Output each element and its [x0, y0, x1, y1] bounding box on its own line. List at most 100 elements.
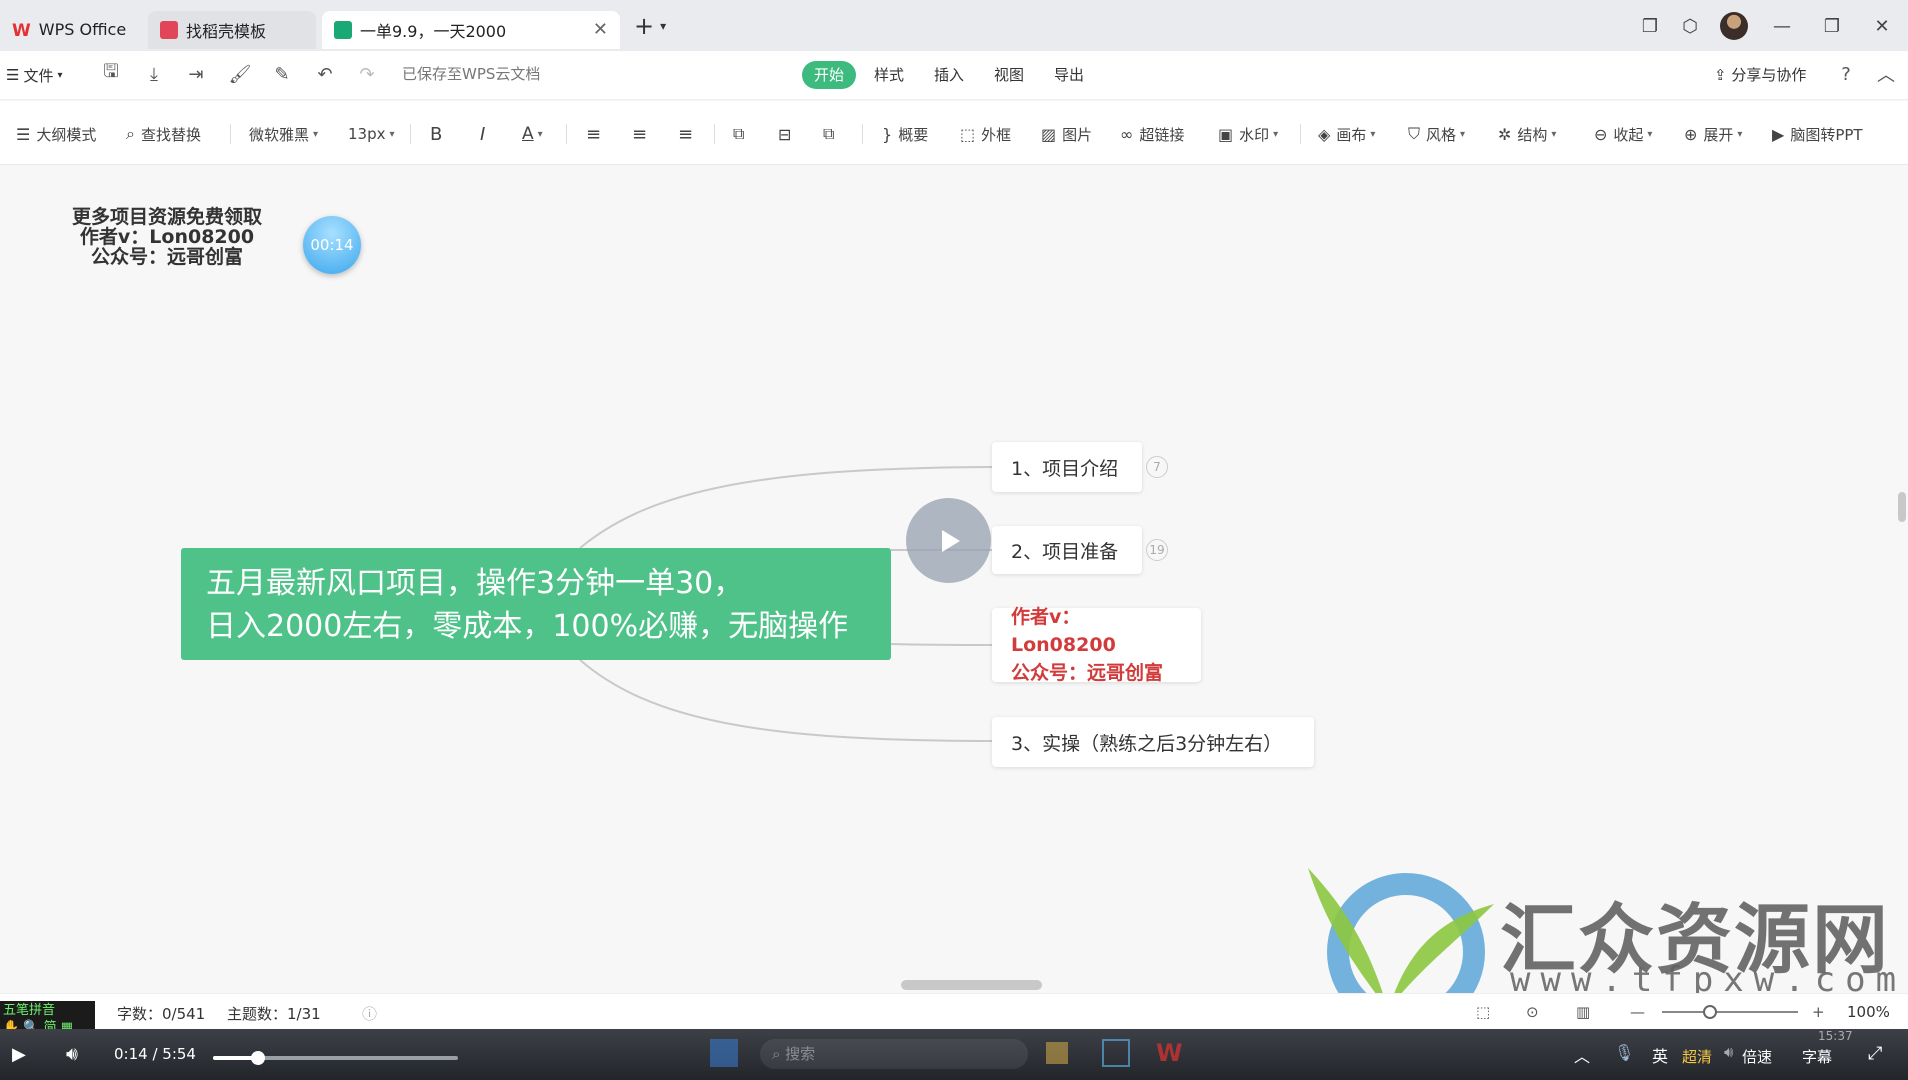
- progress-knob[interactable]: [251, 1051, 265, 1065]
- save-icon[interactable]: 🖫: [99, 61, 123, 86]
- select-icon[interactable]: ⬚: [1476, 1003, 1490, 1021]
- watermark-button[interactable]: ▣ 水印 ▾: [1218, 122, 1278, 146]
- minimize-icon[interactable]: —: [1768, 12, 1796, 40]
- font-family-value: 微软雅黑: [249, 125, 310, 144]
- italic-button[interactable]: I: [480, 122, 485, 146]
- tab-view[interactable]: 视图: [982, 61, 1036, 89]
- chevron-down-icon[interactable]: ▾: [660, 19, 666, 33]
- explorer-icon[interactable]: [1046, 1042, 1068, 1064]
- topic-count-badge[interactable]: 7: [1146, 456, 1168, 478]
- child-topic-icon[interactable]: ⧉: [733, 122, 744, 146]
- presentation-icon: ▶: [1772, 124, 1785, 144]
- frame-label: 外框: [981, 125, 1012, 144]
- speed-button[interactable]: 倍速: [1742, 1046, 1772, 1067]
- window-tile-icon[interactable]: ❐: [1636, 12, 1664, 40]
- expand-button[interactable]: ⊕ 展开 ▾: [1684, 122, 1742, 146]
- progress-track[interactable]: [213, 1051, 458, 1065]
- bold-button[interactable]: B: [430, 122, 442, 146]
- to-ppt-button[interactable]: ▶ 脑图转PPT: [1772, 122, 1863, 146]
- topic-practice[interactable]: 3、实操（熟练之后3分钟左右）: [992, 717, 1314, 767]
- summary-button[interactable]: } 概要: [882, 122, 928, 146]
- export-icon[interactable]: ⇥: [184, 62, 208, 86]
- quality-button[interactable]: 超清: [1682, 1046, 1712, 1067]
- help-icon[interactable]: ?: [1834, 62, 1858, 86]
- list-icon: ☰: [16, 124, 31, 144]
- mindmap-app-icon[interactable]: [1102, 1039, 1130, 1067]
- wps-taskbar-icon[interactable]: W: [1156, 1039, 1182, 1067]
- input-lang[interactable]: 英: [1652, 1043, 1668, 1067]
- redo-icon[interactable]: ↷: [355, 62, 379, 86]
- close-window-icon[interactable]: ✕: [1868, 12, 1896, 40]
- tab-export[interactable]: 导出: [1042, 61, 1096, 89]
- tab-start[interactable]: 开始: [802, 61, 856, 89]
- file-menu[interactable]: ☰ 文件 ▾: [6, 65, 63, 86]
- parent-topic-icon[interactable]: ⧉: [823, 122, 834, 146]
- zoom-slider-knob[interactable]: [1702, 1005, 1717, 1019]
- vertical-scrollbar[interactable]: [1898, 492, 1906, 522]
- fullscreen-icon[interactable]: ⤢: [1868, 1043, 1882, 1064]
- taskbar-search[interactable]: ⌕ 搜索: [760, 1039, 1028, 1069]
- close-tab-icon[interactable]: ✕: [593, 19, 608, 40]
- sibling-topic-icon[interactable]: ⊟: [778, 122, 791, 146]
- hyperlink-label: 超链接: [1139, 125, 1185, 144]
- tab-wps-office[interactable]: W WPS Office: [0, 11, 142, 49]
- locate-icon[interactable]: ⊙: [1526, 1003, 1539, 1021]
- frame-icon: ⬚: [960, 124, 976, 144]
- volume-icon[interactable]: 🔊︎: [66, 1043, 78, 1065]
- align-right-icon[interactable]: ≡: [678, 122, 693, 146]
- structure-button[interactable]: ✲ 结构 ▾: [1498, 122, 1556, 146]
- tab-template[interactable]: 找稻壳模板: [148, 10, 316, 49]
- map-icon[interactable]: ▥: [1576, 1003, 1590, 1021]
- zoom-in-icon[interactable]: +: [1812, 1003, 1825, 1021]
- style-button[interactable]: ⛉ 风格 ▾: [1408, 122, 1465, 146]
- play-overlay-button[interactable]: [906, 498, 991, 583]
- tray-chevron-icon[interactable]: ︿: [1574, 1043, 1590, 1067]
- divider: [230, 124, 231, 144]
- hyperlink-button[interactable]: ∞ 超链接: [1120, 122, 1184, 146]
- root-topic[interactable]: 五月最新风口项目，操作3分钟一单30， 日入2000左右，零成本，100%必赚，…: [181, 548, 891, 660]
- canvas-button[interactable]: ◈ 画布 ▾: [1318, 122, 1375, 146]
- promo-line: 更多项目资源免费领取: [71, 206, 262, 228]
- topic-project-prep[interactable]: 2、项目准备: [992, 526, 1142, 574]
- image-button[interactable]: ▨ 图片: [1041, 122, 1092, 146]
- subtitle-button[interactable]: 字幕: [1802, 1046, 1832, 1067]
- zoom-out-icon[interactable]: —: [1630, 1003, 1645, 1021]
- windows-start-icon[interactable]: [710, 1039, 738, 1067]
- pen-icon[interactable]: ✎: [270, 62, 294, 86]
- font-size-select[interactable]: 13px ▾: [348, 122, 395, 146]
- format-painter-icon[interactable]: 🖌: [228, 62, 252, 86]
- frame-button[interactable]: ⬚ 外框: [960, 122, 1011, 146]
- text-color-button[interactable]: A ▾: [522, 122, 543, 146]
- align-left-icon[interactable]: ≡: [586, 122, 601, 146]
- outline-mode-button[interactable]: ☰ 大纲模式: [16, 122, 96, 146]
- chevron-down-icon: ▾: [1460, 128, 1466, 140]
- restore-icon[interactable]: ❐: [1818, 12, 1846, 40]
- tab-style[interactable]: 样式: [862, 61, 916, 89]
- tab-insert[interactable]: 插入: [922, 61, 976, 89]
- avatar[interactable]: [1720, 12, 1748, 40]
- zoom-slider[interactable]: [1662, 1005, 1798, 1019]
- brace-icon: }: [882, 124, 893, 144]
- align-center-icon[interactable]: ≡: [632, 122, 647, 146]
- collapse-button[interactable]: ⊖ 收起 ▾: [1594, 122, 1652, 146]
- structure-label: 结构: [1517, 125, 1548, 144]
- mic-icon[interactable]: 🎙︎: [1614, 1043, 1634, 1062]
- topic-author-contact[interactable]: 作者v：Lon08200 公众号：远哥创富: [992, 606, 1201, 684]
- topic-project-intro[interactable]: 1、项目介绍: [992, 442, 1142, 492]
- help-icon[interactable]: ⓘ: [362, 1003, 377, 1024]
- horizontal-scrollbar[interactable]: [901, 980, 1042, 990]
- promo-line: 作者v：Lon08200: [79, 226, 255, 248]
- cube-icon[interactable]: ⬡: [1676, 12, 1704, 40]
- tray-volume-icon[interactable]: 🔊︎: [1724, 1043, 1733, 1061]
- play-icon[interactable]: ▶: [12, 1044, 26, 1065]
- topic-count-badge[interactable]: 19: [1146, 539, 1168, 561]
- tab-document[interactable]: 一单9.9，一天2000 ✕: [322, 10, 620, 49]
- new-tab-icon[interactable]: +: [634, 12, 654, 40]
- share-button[interactable]: ⇪ 分享与协作: [1714, 64, 1806, 85]
- font-family-select[interactable]: 微软雅黑 ▾: [249, 122, 318, 146]
- download-icon[interactable]: ⤓: [142, 62, 166, 86]
- search-placeholder: 搜索: [785, 1045, 816, 1063]
- collapse-ribbon-icon[interactable]: ︿: [1874, 62, 1898, 86]
- undo-icon[interactable]: ↶: [313, 62, 337, 86]
- find-replace-button[interactable]: ⌕ 查找替换: [126, 122, 201, 146]
